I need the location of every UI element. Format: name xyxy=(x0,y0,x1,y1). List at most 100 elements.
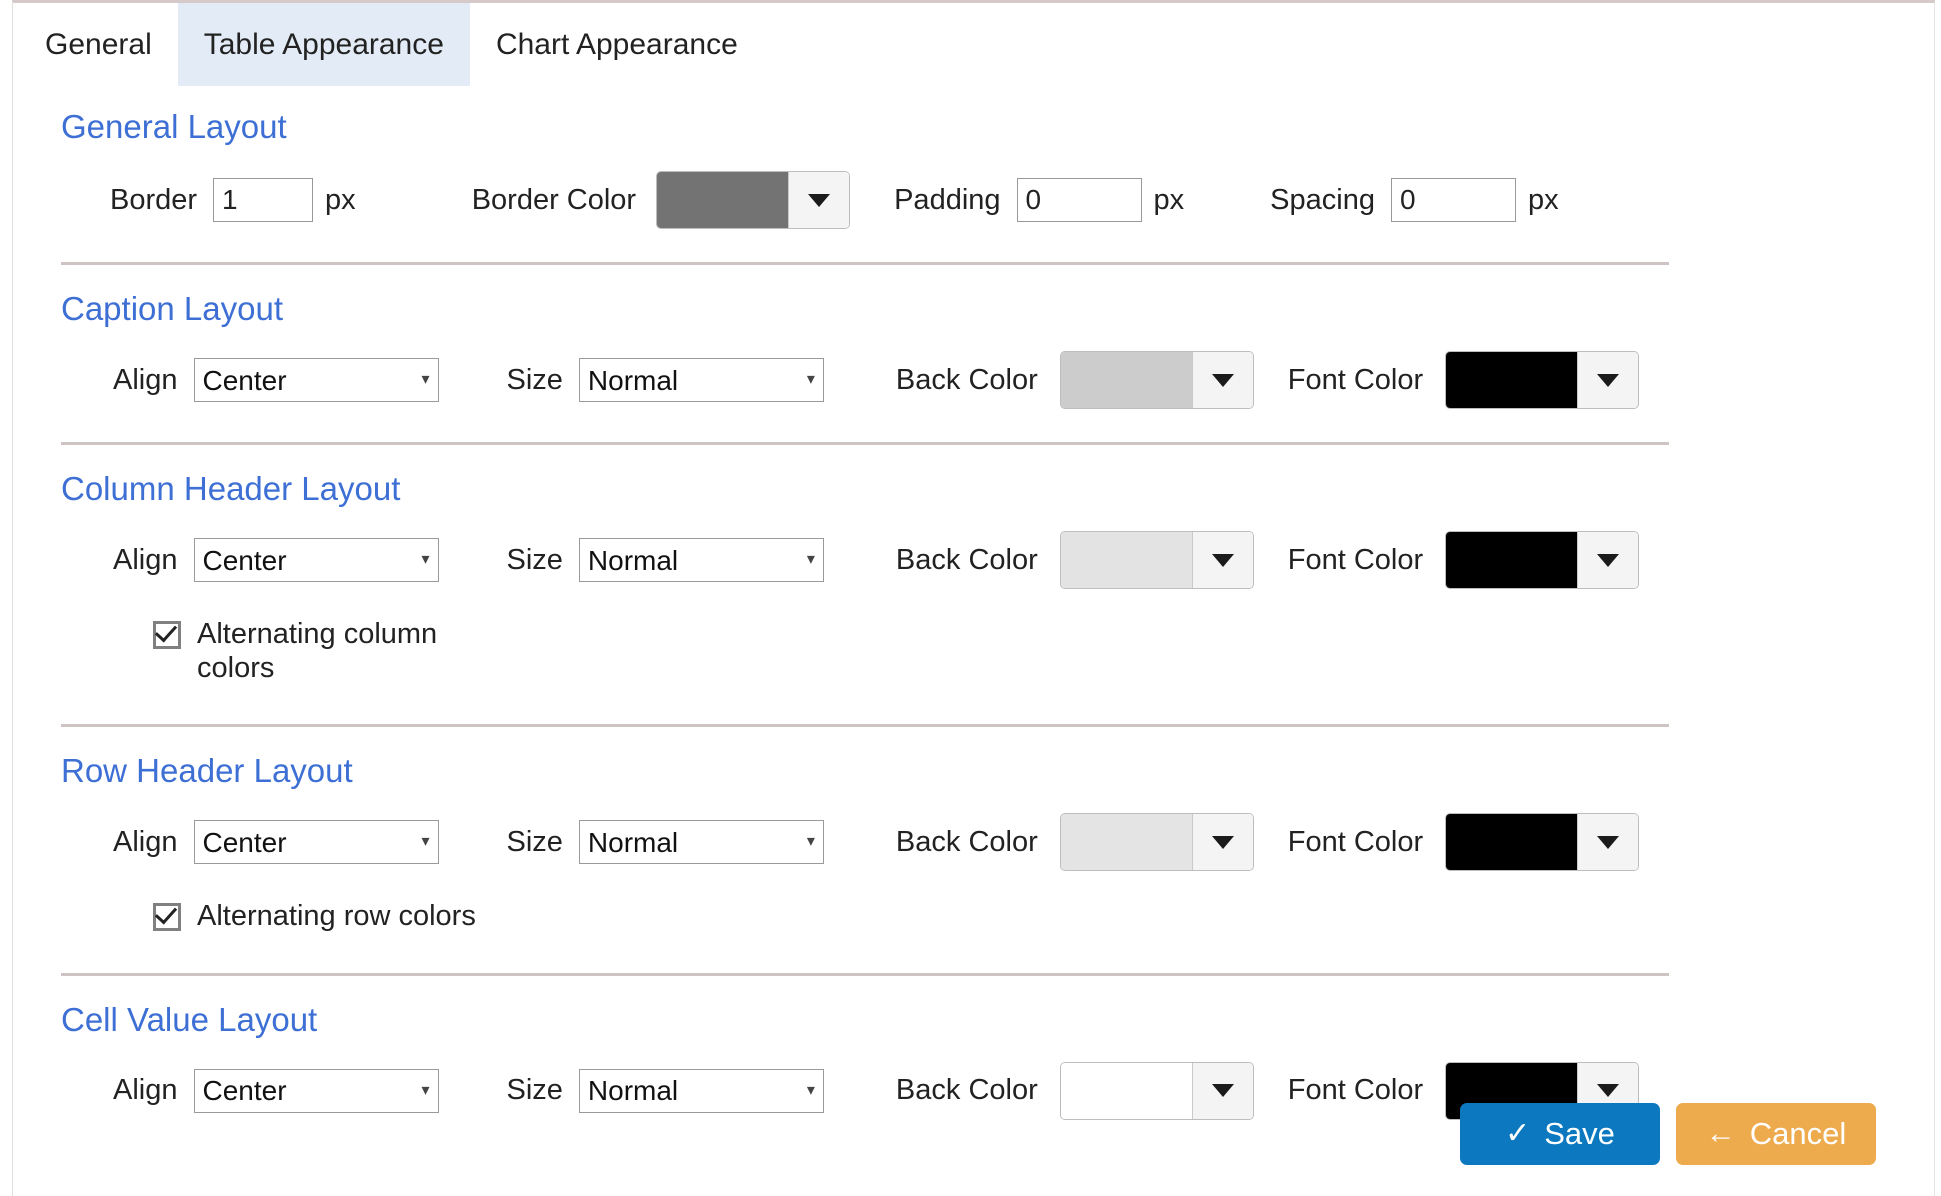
alternating-column-colors-label: Alternating column colors xyxy=(197,618,438,685)
check-icon xyxy=(154,901,178,925)
chevron-down-icon xyxy=(1211,553,1234,567)
column-header-align-label: Align xyxy=(113,543,178,576)
column-header-font-color-dropdown-button[interactable] xyxy=(1578,532,1639,588)
column-header-layout-row: Align LeftCenterRight ▾ Size SmallNormal… xyxy=(61,531,1936,589)
row-header-back-color-field: Back Color xyxy=(896,813,1254,872)
spacing-field: Spacing px xyxy=(1270,178,1559,222)
chevron-down-icon xyxy=(808,193,831,207)
row-header-align-label: Align xyxy=(113,825,178,858)
caption-font-color-swatch xyxy=(1446,352,1579,408)
row-header-font-color-dropdown-button[interactable] xyxy=(1578,814,1639,871)
alternating-row-colors-label: Alternating row colors xyxy=(197,900,476,933)
cancel-button[interactable]: ← Cancel xyxy=(1676,1103,1876,1165)
spacing-label: Spacing xyxy=(1270,183,1375,216)
chevron-down-icon xyxy=(1211,373,1234,387)
column-header-back-color-picker[interactable] xyxy=(1059,531,1254,589)
caption-back-color-dropdown-button[interactable] xyxy=(1192,352,1253,408)
border-unit: px xyxy=(325,183,356,216)
row-header-layout-row: Align LeftCenterRight ▾ Size SmallNormal… xyxy=(61,813,1936,872)
caption-size-label: Size xyxy=(506,363,563,396)
settings-panel: General Table Appearance Chart Appearanc… xyxy=(12,0,1935,1196)
chevron-down-icon xyxy=(1597,835,1620,849)
column-header-font-color-picker[interactable] xyxy=(1445,531,1640,589)
row-header-align-field: Align LeftCenterRight ▾ xyxy=(113,820,439,865)
border-field: Border px xyxy=(110,178,356,222)
tab-general[interactable]: General xyxy=(13,3,178,86)
caption-font-color-picker[interactable] xyxy=(1445,351,1640,409)
caption-size-select[interactable]: SmallNormalLarge xyxy=(578,358,824,402)
column-header-font-color-label: Font Color xyxy=(1287,543,1424,576)
column-header-font-color-swatch xyxy=(1446,532,1579,588)
row-header-layout-title: Row Header Layout xyxy=(61,752,353,790)
row-header-font-color-field: Font Color xyxy=(1287,813,1640,872)
caption-font-color-dropdown-button[interactable] xyxy=(1578,352,1639,408)
row-header-back-color-dropdown-button[interactable] xyxy=(1192,814,1253,871)
padding-input[interactable] xyxy=(1016,178,1142,222)
alternating-column-colors-row: Alternating column colors xyxy=(61,617,1936,685)
arrow-left-icon: ← xyxy=(1705,1117,1736,1150)
column-header-align-field: Align LeftCenterRight ▾ xyxy=(113,538,439,582)
tab-table-appearance[interactable]: Table Appearance xyxy=(177,3,470,86)
alternating-column-colors-checkbox[interactable] xyxy=(153,619,181,649)
spacing-input[interactable] xyxy=(1390,178,1516,222)
column-header-size-field: Size SmallNormalLarge ▾ xyxy=(507,538,824,582)
caption-align-select[interactable]: LeftCenterRight xyxy=(193,358,439,402)
column-header-size-select[interactable]: SmallNormalLarge xyxy=(578,538,824,582)
row-header-font-color-swatch xyxy=(1446,814,1579,871)
border-color-swatch xyxy=(657,172,790,228)
cell-value-size-label: Size xyxy=(506,1074,563,1107)
padding-unit: px xyxy=(1153,183,1185,216)
column-header-back-color-label: Back Color xyxy=(895,543,1038,576)
row-header-size-label: Size xyxy=(506,825,563,858)
tab-chart-appearance[interactable]: Chart Appearance xyxy=(470,3,764,86)
caption-layout-title: Caption Layout xyxy=(61,290,283,327)
border-color-label: Border Color xyxy=(471,183,637,216)
padding-field: Padding px xyxy=(894,178,1184,222)
column-header-layout-title: Column Header Layout xyxy=(61,470,401,507)
spacing-unit: px xyxy=(1527,183,1559,216)
chevron-down-icon xyxy=(1211,835,1234,849)
tab-general-label: General xyxy=(45,27,152,61)
settings-content: General Layout Border px Border Color xyxy=(13,86,1936,1120)
row-header-back-color-picker[interactable] xyxy=(1059,813,1254,872)
chevron-down-icon xyxy=(1597,553,1620,567)
cell-value-layout-title: Cell Value Layout xyxy=(61,1000,318,1038)
caption-back-color-picker[interactable] xyxy=(1059,351,1254,409)
row-header-size-field: Size SmallNormalLarge ▾ xyxy=(506,820,824,865)
caption-align-field: Align LeftCenterRight ▾ xyxy=(113,358,439,402)
section-caption-layout: Caption Layout Align LeftCenterRight ▾ S… xyxy=(13,265,1936,409)
cell-value-align-label: Align xyxy=(113,1074,178,1107)
general-layout-row: Border px Border Color Padding xyxy=(61,171,1936,229)
column-header-font-color-field: Font Color xyxy=(1287,531,1640,589)
form-actions: ✓ Save ← Cancel xyxy=(13,1103,1936,1165)
section-cell-value-layout: Cell Value Layout Align LeftCenterRight … xyxy=(13,976,1936,1120)
border-label: Border xyxy=(110,183,198,216)
padding-label: Padding xyxy=(894,183,1001,216)
tab-bar: General Table Appearance Chart Appearanc… xyxy=(13,3,764,86)
row-header-font-color-picker[interactable] xyxy=(1445,813,1640,872)
row-header-font-color-label: Font Color xyxy=(1287,825,1424,858)
alternating-row-colors-checkbox[interactable] xyxy=(153,901,181,932)
column-header-align-select[interactable]: LeftCenterRight xyxy=(193,538,439,582)
caption-size-field: Size SmallNormalLarge ▾ xyxy=(507,358,824,402)
caption-align-label: Align xyxy=(113,363,178,396)
tab-chart-appearance-label: Chart Appearance xyxy=(495,27,738,61)
caption-back-color-field: Back Color xyxy=(896,351,1254,409)
column-header-back-color-dropdown-button[interactable] xyxy=(1192,532,1253,588)
section-column-header-layout: Column Header Layout Align LeftCenterRig… xyxy=(13,445,1936,685)
save-button[interactable]: ✓ Save xyxy=(1460,1103,1660,1165)
border-color-picker[interactable] xyxy=(656,171,851,229)
caption-layout-row: Align LeftCenterRight ▾ Size SmallNormal… xyxy=(61,351,1936,409)
row-header-back-color-swatch xyxy=(1060,814,1193,871)
section-general-layout: General Layout Border px Border Color xyxy=(13,86,1936,229)
border-color-dropdown-button[interactable] xyxy=(789,172,850,228)
tab-table-appearance-label: Table Appearance xyxy=(203,27,444,61)
chevron-down-icon xyxy=(1211,1084,1234,1098)
chevron-down-icon xyxy=(1597,373,1620,387)
row-header-align-select[interactable]: LeftCenterRight xyxy=(193,820,439,865)
border-input[interactable] xyxy=(213,178,314,222)
row-header-size-select[interactable]: SmallNormalLarge xyxy=(578,820,824,865)
caption-font-color-label: Font Color xyxy=(1287,363,1424,396)
column-header-size-label: Size xyxy=(506,543,563,576)
cell-value-back-color-label: Back Color xyxy=(895,1074,1038,1107)
